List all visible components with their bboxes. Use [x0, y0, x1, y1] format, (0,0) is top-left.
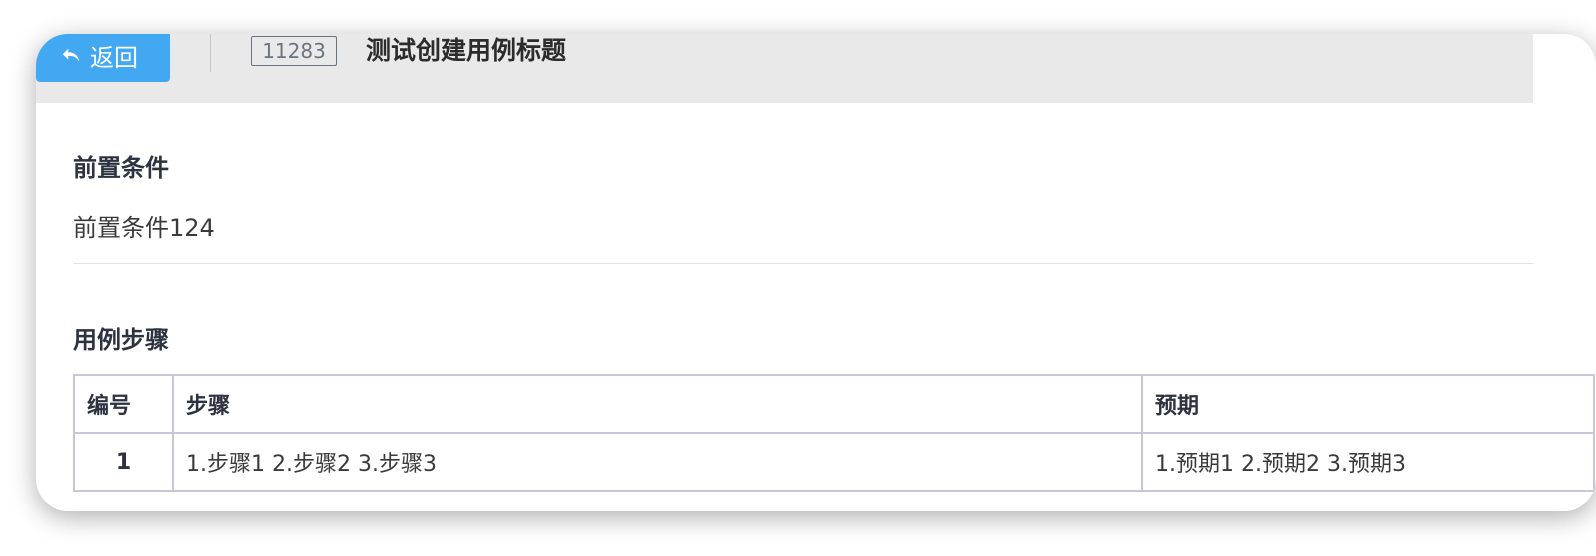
precondition-heading: 前置条件 — [73, 154, 169, 182]
case-detail-card: 返回 11283 测试创建用例标题 前置条件 前置条件124 用例步骤 编号 步… — [36, 34, 1596, 511]
cell-step: 1.步骤1 2.步骤2 3.步骤3 — [172, 432, 1143, 492]
header-bar: 返回 11283 测试创建用例标题 — [36, 34, 1533, 103]
table-header-row: 编号 步骤 预期 — [73, 374, 1595, 434]
steps-heading: 用例步骤 — [73, 326, 169, 354]
back-button[interactable]: 返回 — [36, 34, 170, 82]
column-header-num: 编号 — [73, 374, 174, 434]
cell-num: 1 — [73, 432, 174, 492]
case-title: 测试创建用例标题 — [366, 36, 567, 65]
back-button-label: 返回 — [90, 43, 138, 72]
column-header-expected: 预期 — [1141, 374, 1595, 434]
case-id-badge: 11283 — [251, 36, 337, 66]
table-row: 1 1.步骤1 2.步骤2 3.步骤3 1.预期1 2.预期2 3.预期3 — [73, 432, 1595, 492]
back-arrow-icon — [62, 48, 80, 62]
header-divider — [210, 34, 211, 72]
column-header-step: 步骤 — [172, 374, 1143, 434]
cell-expected: 1.预期1 2.预期2 3.预期3 — [1141, 432, 1595, 492]
steps-table: 编号 步骤 预期 1 1.步骤1 2.步骤2 3.步骤3 1.预期1 2.预期2… — [73, 374, 1595, 492]
precondition-text: 前置条件124 — [73, 214, 215, 242]
section-divider — [73, 263, 1533, 264]
